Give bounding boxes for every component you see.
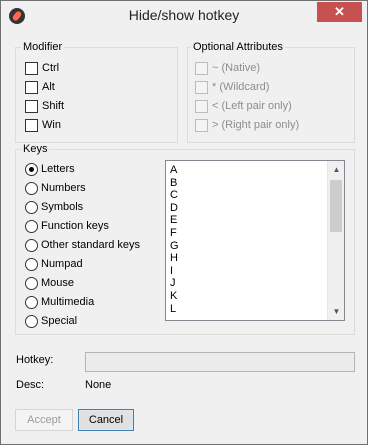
shift-label: Shift	[42, 100, 65, 112]
wildcard-label: * (Wildcard)	[212, 81, 270, 93]
mouse-radio[interactable]	[25, 276, 38, 290]
other-standard-keys-radio[interactable]	[25, 238, 38, 252]
modifier-ctrl[interactable]: Ctrl	[25, 60, 59, 76]
list-item[interactable]: E	[166, 214, 344, 227]
modifier-shift[interactable]: Shift	[25, 98, 64, 114]
list-items: A B C D E F G H I J K L	[166, 161, 344, 315]
list-item[interactable]: I	[166, 265, 344, 278]
close-button[interactable]: ✕	[317, 2, 362, 22]
optional-native[interactable]: ~ (Native)	[195, 60, 260, 76]
mouse-label: Mouse	[41, 277, 75, 289]
letters-label: Letters	[41, 163, 75, 175]
left-pair-checkbox[interactable]	[195, 99, 208, 113]
special-radio[interactable]	[25, 314, 38, 328]
list-item[interactable]: C	[166, 189, 344, 202]
radio-numpad[interactable]: Numpad	[25, 256, 83, 272]
hotkey-field[interactable]	[85, 352, 355, 372]
optional-wildcard[interactable]: * (Wildcard)	[195, 79, 269, 95]
scroll-up-arrow-icon[interactable]: ▲	[328, 161, 344, 178]
numbers-label: Numbers	[41, 182, 86, 194]
radio-special[interactable]: Special	[25, 313, 77, 329]
key-listbox[interactable]: A B C D E F G H I J K L ▲ ▼	[165, 160, 345, 321]
modifier-win[interactable]: Win	[25, 117, 61, 133]
optional-left-pair[interactable]: < (Left pair only)	[195, 98, 292, 114]
cancel-button[interactable]: Cancel	[78, 409, 134, 431]
keys-legend: Keys	[21, 143, 50, 155]
radio-mouse[interactable]: Mouse	[25, 275, 74, 291]
radio-function-keys[interactable]: Function keys	[25, 218, 109, 234]
modifier-legend: Modifier	[21, 41, 65, 53]
optional-right-pair[interactable]: > (Right pair only)	[195, 117, 299, 133]
list-item[interactable]: J	[166, 277, 344, 290]
function-keys-radio[interactable]	[25, 219, 38, 233]
alt-checkbox[interactable]	[25, 80, 38, 94]
list-item[interactable]: H	[166, 252, 344, 265]
special-label: Special	[41, 315, 78, 327]
native-checkbox[interactable]	[195, 61, 208, 75]
dialog-window: Hide/show hotkey ✕ Modifier Ctrl Alt Shi…	[0, 0, 368, 445]
right-pair-checkbox[interactable]	[195, 118, 208, 132]
numpad-label: Numpad	[41, 258, 83, 270]
list-item[interactable]: L	[166, 303, 344, 316]
desc-value: None	[85, 379, 112, 391]
numbers-radio[interactable]	[25, 181, 38, 195]
window-title: Hide/show hotkey	[128, 7, 240, 23]
scroll-thumb[interactable]	[330, 180, 342, 232]
numpad-radio[interactable]	[25, 257, 38, 271]
radio-symbols[interactable]: Symbols	[25, 199, 83, 215]
radio-multimedia[interactable]: Multimedia	[25, 294, 94, 310]
ctrl-checkbox[interactable]	[25, 61, 38, 75]
ctrl-label: Ctrl	[42, 62, 60, 74]
list-item[interactable]: B	[166, 177, 344, 190]
multimedia-label: Multimedia	[41, 296, 95, 308]
optional-attributes-legend: Optional Attributes	[191, 41, 285, 53]
radio-letters[interactable]: Letters	[25, 161, 75, 177]
modifier-alt[interactable]: Alt	[25, 79, 55, 95]
list-item[interactable]: D	[166, 202, 344, 215]
right-pair-label: > (Right pair only)	[212, 119, 300, 131]
list-item[interactable]: G	[166, 240, 344, 253]
scroll-down-arrow-icon[interactable]: ▼	[328, 303, 344, 320]
left-pair-label: < (Left pair only)	[212, 100, 292, 112]
radio-other-standard-keys[interactable]: Other standard keys	[25, 237, 140, 253]
listbox-scrollbar[interactable]: ▲ ▼	[327, 161, 344, 320]
list-item[interactable]: F	[166, 227, 344, 240]
letters-radio[interactable]	[25, 162, 38, 176]
shift-checkbox[interactable]	[25, 99, 38, 113]
win-label: Win	[42, 119, 61, 131]
title-bar: Hide/show hotkey ✕	[1, 1, 367, 32]
list-item[interactable]: A	[166, 164, 344, 177]
symbols-radio[interactable]	[25, 200, 38, 214]
win-checkbox[interactable]	[25, 118, 38, 132]
hotkey-label: Hotkey:	[16, 354, 54, 366]
desc-label: Desc:	[16, 379, 45, 391]
native-label: ~ (Native)	[212, 62, 260, 74]
wildcard-checkbox[interactable]	[195, 80, 208, 94]
symbols-label: Symbols	[41, 201, 84, 213]
alt-label: Alt	[42, 81, 55, 93]
other-standard-keys-label: Other standard keys	[41, 239, 141, 251]
function-keys-label: Function keys	[41, 220, 109, 232]
radio-numbers[interactable]: Numbers	[25, 180, 86, 196]
list-item[interactable]: K	[166, 290, 344, 303]
multimedia-radio[interactable]	[25, 295, 38, 309]
accept-button[interactable]: Accept	[15, 409, 73, 431]
